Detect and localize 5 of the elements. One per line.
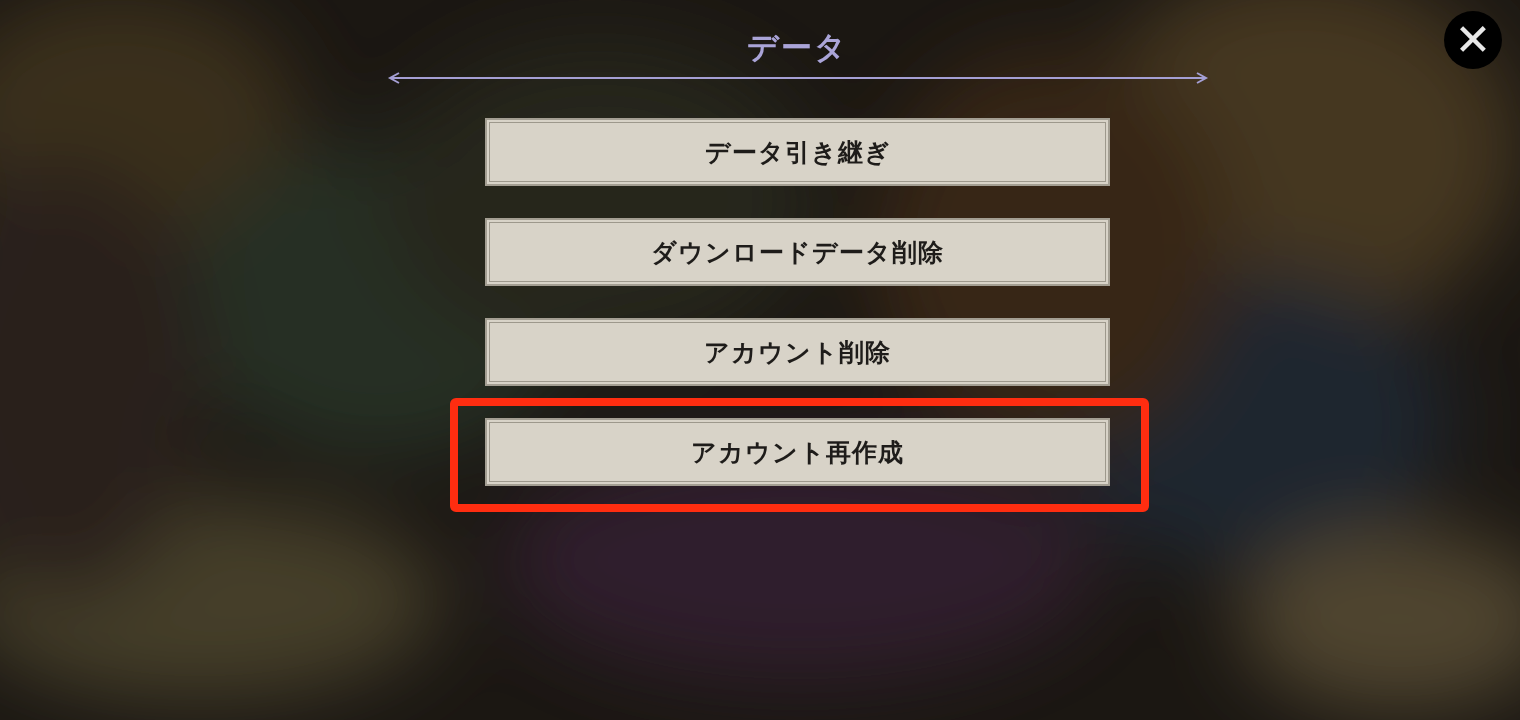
- menu-button[interactable]: アカウント削除: [485, 318, 1110, 386]
- dialog-title: データ: [747, 29, 848, 67]
- menu-button[interactable]: データ引き継ぎ: [485, 118, 1110, 186]
- menu-button[interactable]: ダウンロードデータ削除: [485, 218, 1110, 286]
- menu-button[interactable]: アカウント再作成: [485, 418, 1110, 486]
